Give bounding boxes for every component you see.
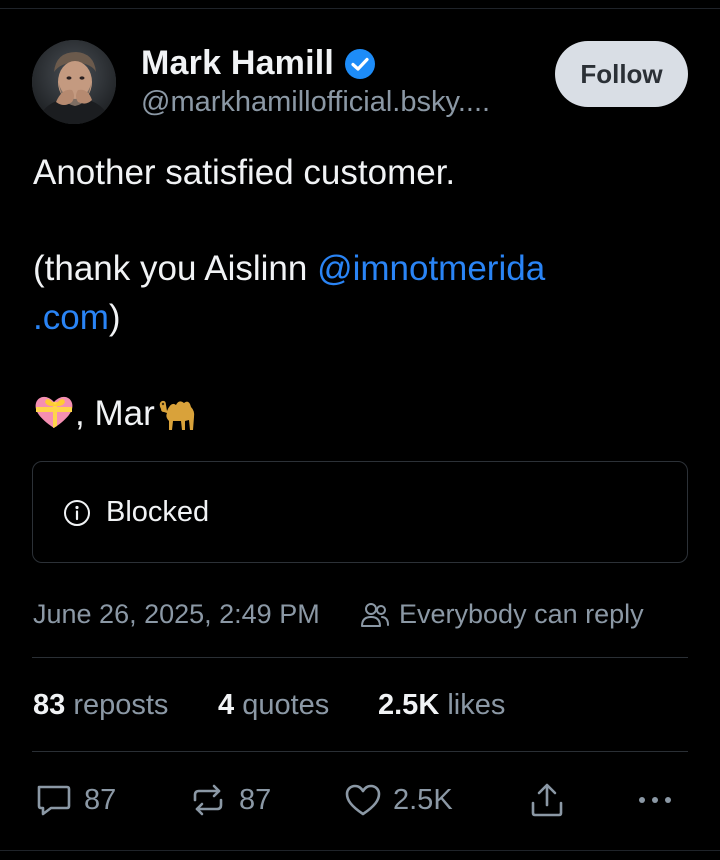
display-name[interactable]: Mark Hamill — [141, 44, 334, 83]
post-text-segment: (thank you Aislinn — [33, 249, 318, 288]
reposts-stat[interactable]: 83 reposts — [33, 689, 168, 722]
divider — [32, 751, 688, 752]
mention-link[interactable]: .com — [33, 298, 109, 337]
reply-setting-label[interactable]: Everybody can reply — [399, 599, 644, 630]
avatar-photo — [32, 40, 116, 124]
repost-icon[interactable] — [189, 781, 227, 819]
mention-link[interactable]: @imnotmerida — [317, 249, 545, 288]
people-icon — [361, 603, 389, 627]
post-timestamp[interactable]: June 26, 2025, 2:49 PM — [33, 599, 320, 630]
blocked-label: Blocked — [106, 496, 210, 528]
reposts-count: 83 — [33, 689, 66, 721]
info-icon — [64, 500, 90, 526]
top-divider — [0, 8, 720, 9]
reply-icon[interactable] — [34, 781, 72, 819]
likes-count: 2.5K — [378, 689, 440, 721]
quotes-label: quotes — [242, 689, 330, 721]
author-handle[interactable]: @markhamillofficial.bsky.... — [141, 86, 490, 119]
divider — [32, 657, 688, 658]
post-signoff: , Mar — [33, 393, 199, 434]
camel-emoji — [159, 400, 194, 430]
follow-button[interactable]: Follow — [555, 41, 688, 107]
like-icon[interactable] — [344, 781, 382, 819]
verified-badge-icon[interactable] — [344, 48, 376, 80]
post-text-line: (thank you Aislinn @imnotmerida — [33, 249, 545, 289]
post-text-line: Another satisfied customer. — [33, 153, 456, 192]
quotes-count: 4 — [218, 689, 235, 721]
share-icon[interactable] — [528, 781, 566, 819]
more-icon[interactable] — [636, 781, 674, 819]
bottom-divider — [0, 850, 720, 851]
reply-count: 87 — [84, 784, 117, 816]
likes-stat[interactable]: 2.5K likes — [378, 689, 505, 722]
post-text-segment: ) — [108, 298, 121, 337]
likes-label: likes — [447, 689, 506, 721]
avatar[interactable] — [32, 40, 116, 124]
heart-with-ribbon-emoji — [35, 396, 73, 428]
post-text-segment: , Mar — [75, 394, 155, 433]
reposts-label: reposts — [73, 689, 169, 721]
repost-count: 87 — [239, 784, 272, 816]
quotes-stat[interactable]: 4 quotes — [218, 689, 329, 722]
like-count: 2.5K — [393, 784, 453, 816]
post-text-line: .com) — [33, 298, 121, 338]
